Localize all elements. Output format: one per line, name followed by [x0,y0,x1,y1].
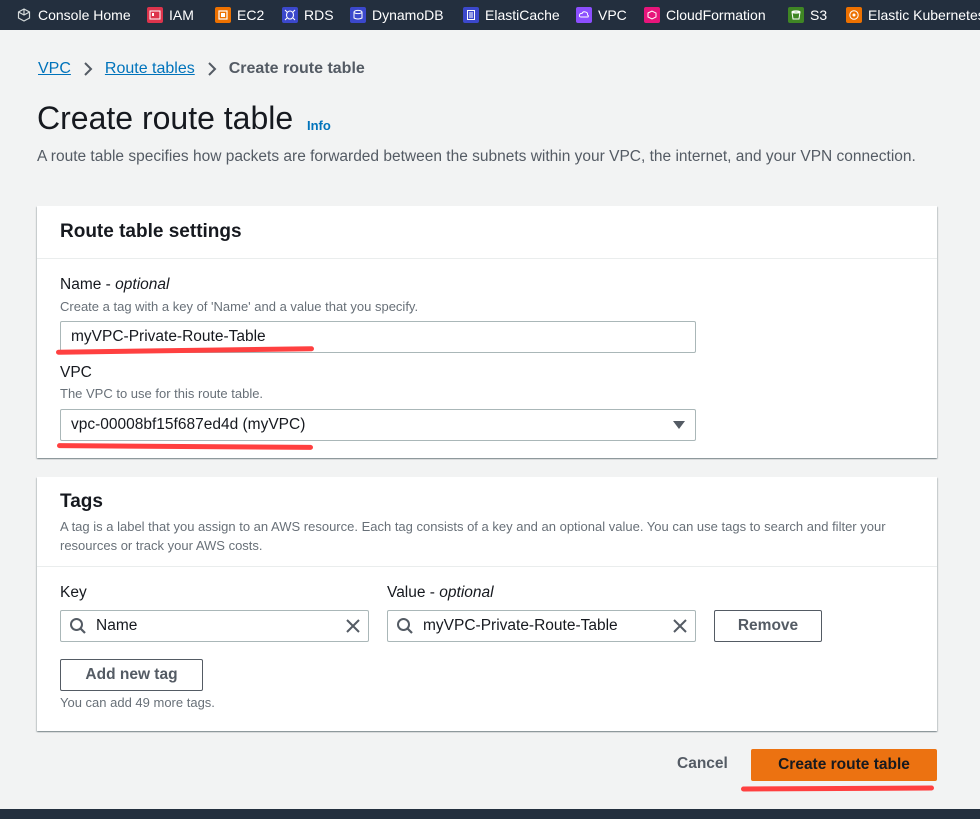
fav-vpc[interactable]: VPC [576,0,627,30]
tag-key-input[interactable]: Name [60,610,369,642]
annotation-underline [740,785,935,792]
fav-eks[interactable]: Elastic Kubernetes [846,0,980,30]
cloudformation-icon [644,7,660,23]
fav-dynamodb[interactable]: DynamoDB [350,0,444,30]
tag-value-input[interactable]: myVPC-Private-Route-Table [387,610,696,642]
dynamodb-icon [350,7,366,23]
breadcrumb: VPC Route tables Create route table [38,60,365,78]
tags-remaining-hint: You can add 49 more tags. [60,695,215,710]
remove-tag-button[interactable]: Remove [714,610,822,642]
tags-description: A tag is a label that you assign to an A… [60,519,886,553]
chevron-right-icon [83,62,93,76]
elasticache-icon [463,7,479,23]
vpc-icon [576,7,592,23]
vpc-hint: The VPC to use for this route table. [60,386,264,401]
name-label: Name - optional [60,276,170,293]
breadcrumb-vpc[interactable]: VPC [38,60,71,78]
search-icon [69,617,87,635]
page-title: Create route table [37,100,294,136]
add-new-tag-button[interactable]: Add new tag [60,659,203,691]
fav-iam[interactable]: IAM [147,0,194,30]
caret-down-icon [673,421,685,429]
favorites-bar: Console Home IAM EC2 RDS DynamoDB Elasti… [0,0,980,30]
fav-rds[interactable]: RDS [282,0,334,30]
cancel-button[interactable]: Cancel [677,755,728,773]
value-label: Value - optional [387,584,494,601]
panel-title: Tags [60,491,103,512]
name-hint: Create a tag with a key of 'Name' and a … [60,299,419,314]
chevron-right-icon [207,62,217,76]
panel-title: Route table settings [60,221,242,242]
route-table-settings-panel: Route table settings Name - optional Cre… [37,206,937,458]
iam-icon [147,7,163,23]
breadcrumb-current: Create route table [228,60,365,77]
fav-elasticache[interactable]: ElastiCache [463,0,560,30]
rds-icon [282,7,298,23]
close-icon[interactable] [346,619,360,633]
panel-header: Route table settings [37,206,937,259]
breadcrumb-route-tables[interactable]: Route tables [105,60,195,78]
fav-ec2[interactable]: EC2 [215,0,264,30]
search-icon [396,617,414,635]
vpc-label: VPC [60,364,92,381]
ec2-icon [215,7,231,23]
vpc-select[interactable]: vpc-00008bf15f687ed4d (myVPC) [60,409,696,441]
close-icon[interactable] [673,619,687,633]
cube-icon [16,7,32,23]
create-route-table-button[interactable]: Create route table [751,749,937,781]
fav-cloudformation[interactable]: CloudFormation [644,0,766,30]
info-link[interactable]: Info [307,118,331,133]
bottom-bar [0,809,980,819]
fav-s3[interactable]: S3 [788,0,827,30]
fav-console-home[interactable]: Console Home [16,0,131,30]
s3-icon [788,7,804,23]
panel-header: Tags A tag is a label that you assign to… [37,477,937,567]
eks-icon [846,7,862,23]
page-description: A route table specifies how packets are … [37,148,916,165]
key-label: Key [60,584,87,601]
tags-panel: Tags A tag is a label that you assign to… [37,477,937,731]
